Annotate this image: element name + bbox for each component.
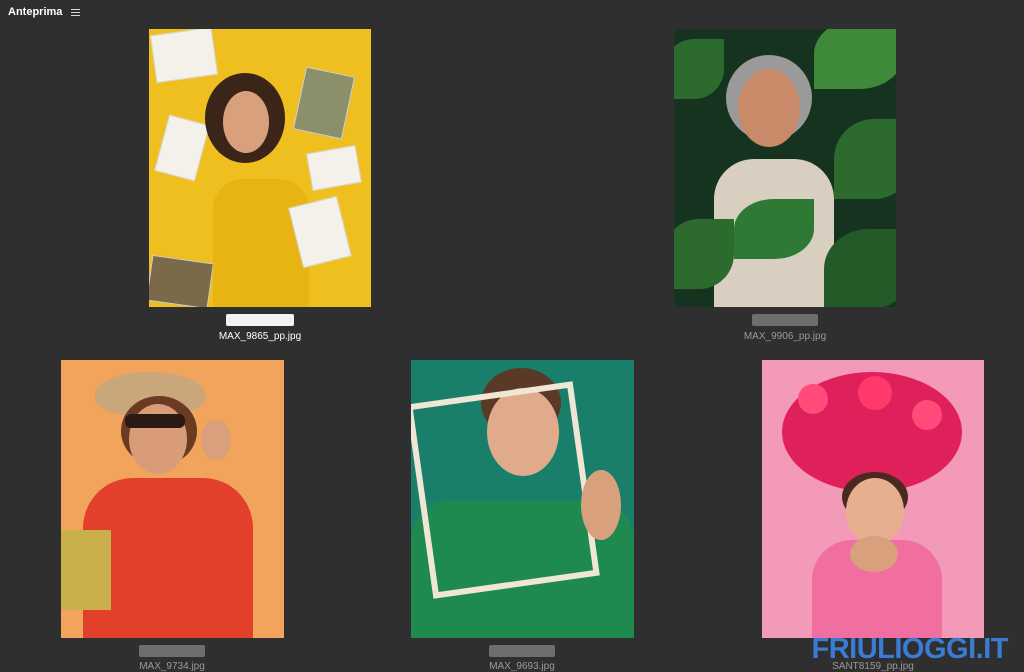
app-header: Anteprima bbox=[8, 4, 81, 20]
filename-label: MAX_9693.jpg bbox=[489, 661, 555, 672]
rating-placeholder bbox=[489, 645, 555, 657]
filename-label: MAX_9865_pp.jpg bbox=[218, 331, 302, 342]
thumbnail-item-5[interactable] bbox=[762, 360, 984, 638]
app-title: Anteprima bbox=[8, 6, 63, 18]
filename-label: MAX_9734.jpg bbox=[139, 661, 205, 672]
thumbnail-item-2[interactable] bbox=[674, 29, 896, 307]
rating-placeholder bbox=[752, 314, 818, 326]
thumbnail-item-3[interactable] bbox=[61, 360, 284, 638]
rating-placeholder bbox=[226, 314, 294, 326]
thumbnail-item-1[interactable] bbox=[149, 29, 371, 307]
filename-label: MAX_9906_pp.jpg bbox=[743, 331, 827, 342]
hamburger-menu-icon[interactable] bbox=[71, 8, 81, 16]
rating-placeholder bbox=[139, 645, 205, 657]
watermark-logo: FRIULIOGGI.IT bbox=[811, 633, 1009, 665]
thumbnail-item-4[interactable] bbox=[411, 360, 634, 638]
